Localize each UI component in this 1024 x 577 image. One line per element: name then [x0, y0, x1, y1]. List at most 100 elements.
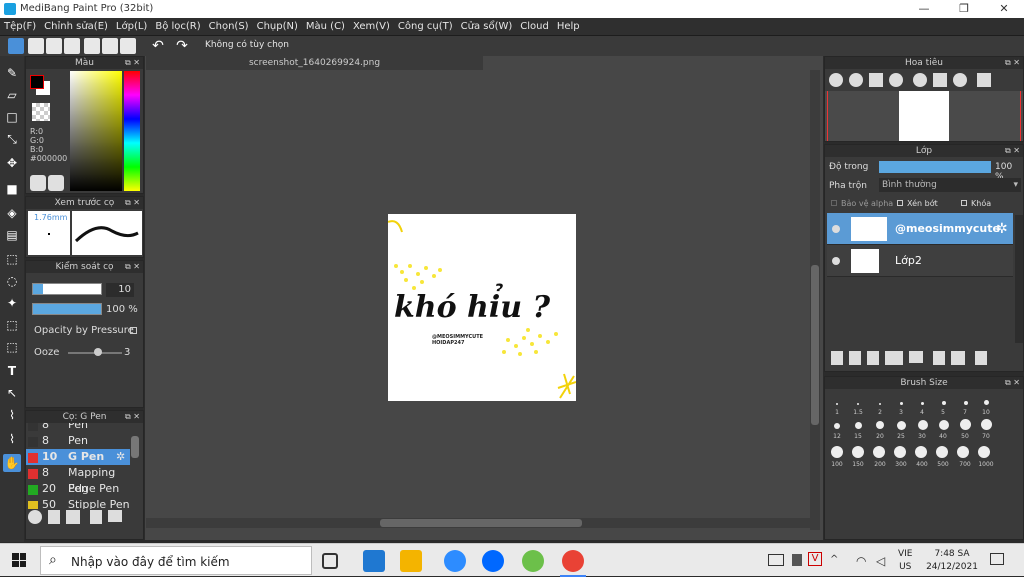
- brush-size-option[interactable]: 1: [827, 409, 847, 416]
- horizontal-scroll-thumb[interactable]: [380, 519, 582, 527]
- fit-icon[interactable]: [869, 73, 883, 87]
- hue-slider[interactable]: [124, 71, 140, 191]
- saturation-value-picker[interactable]: [70, 71, 122, 191]
- navigator-preview[interactable]: [825, 91, 1023, 141]
- chevron-up-icon[interactable]: ^: [830, 554, 838, 565]
- new-layer-icon[interactable]: [831, 351, 843, 365]
- coccoc-icon[interactable]: [522, 550, 544, 572]
- new-layer-8bit-icon[interactable]: [849, 351, 861, 365]
- brush-size-option[interactable]: 10: [976, 409, 996, 416]
- brush-size-input[interactable]: 10: [106, 283, 134, 297]
- undo-icon[interactable]: ↶: [150, 38, 166, 54]
- file-explorer-icon[interactable]: [400, 550, 422, 572]
- brush-item[interactable]: 8 Mapping Pen: [26, 465, 130, 495]
- menu-layer[interactable]: Lớp(L): [112, 18, 151, 36]
- brush-settings-icon[interactable]: ✲: [116, 449, 125, 465]
- save-brush-icon[interactable]: [90, 510, 102, 524]
- zoom-icon[interactable]: [444, 550, 466, 572]
- brush-item[interactable]: 8Pen (Sharp): [26, 433, 130, 463]
- menu-window[interactable]: Cửa sổ(W): [457, 18, 517, 36]
- blend-mode-select[interactable]: Bình thường ▾: [879, 178, 1021, 192]
- brush-size-option[interactable]: 700: [955, 461, 975, 468]
- magic-wand-icon[interactable]: ✦: [3, 294, 21, 312]
- rectangle-tool-icon[interactable]: □: [3, 108, 21, 126]
- brush-size-option[interactable]: 500: [933, 461, 953, 468]
- brush-size-option[interactable]: 1.5: [848, 409, 868, 416]
- zoom-in-icon[interactable]: [849, 73, 863, 87]
- layer-row-selected[interactable]: @meosimmycute: [827, 213, 1013, 245]
- artboard[interactable]: khó hỉu ? @MEOSIMMYCUTE HOIDAP247: [388, 214, 576, 401]
- select-pen-icon[interactable]: ⬚: [3, 316, 21, 334]
- maximize-button[interactable]: ❐: [944, 0, 984, 18]
- brush-size-slider[interactable]: [32, 283, 102, 295]
- brush-size-option[interactable]: 2: [870, 409, 890, 416]
- menu-help[interactable]: Help: [553, 18, 584, 36]
- brush-size-option[interactable]: 100: [827, 461, 847, 468]
- fill-rect-tool-icon[interactable]: ■: [3, 180, 21, 198]
- text-tool-icon[interactable]: T: [3, 362, 21, 380]
- clipping-checkbox[interactable]: [897, 200, 903, 206]
- layer-folder-icon[interactable]: [909, 351, 923, 363]
- brush-size-option[interactable]: 1000: [976, 461, 996, 468]
- layer-row[interactable]: Lớp2: [827, 245, 1013, 277]
- brush-size-option[interactable]: 4: [912, 409, 932, 416]
- menu-tools[interactable]: Công cụ(T): [394, 18, 457, 36]
- brush-item[interactable]: 20 Edge Pen: [26, 481, 130, 497]
- input-language[interactable]: VIE US: [898, 548, 913, 574]
- brush-size-option[interactable]: 300: [891, 461, 911, 468]
- taskbar-search-box[interactable]: ⌕ Nhập vào đây để tìm kiếm: [40, 546, 312, 575]
- wifi-icon[interactable]: ◠: [856, 554, 866, 568]
- menu-select[interactable]: Chọn(S): [205, 18, 253, 36]
- brush-size-option[interactable]: 20: [870, 433, 890, 440]
- eraser-tool-icon[interactable]: ▱: [3, 86, 21, 104]
- select-eraser-icon[interactable]: ⬚: [3, 338, 21, 356]
- brush-item[interactable]: 8 Pen: [26, 423, 130, 433]
- menu-filter[interactable]: Bộ lọc(R): [151, 18, 204, 36]
- menu-edit[interactable]: Chỉnh sửa(E): [40, 18, 112, 36]
- brush-size-option[interactable]: 200: [870, 461, 890, 468]
- layer-visibility-icon[interactable]: [832, 257, 840, 265]
- comment-icon[interactable]: [46, 38, 62, 54]
- lasso-icon[interactable]: ◌: [3, 272, 21, 290]
- move-tool-icon[interactable]: ✥: [3, 154, 21, 172]
- dropper-icon[interactable]: ⌇: [3, 430, 21, 448]
- mail-icon[interactable]: [363, 550, 385, 572]
- operation-tool-icon[interactable]: ↖: [3, 384, 21, 402]
- duplicate-layer-icon[interactable]: [933, 351, 945, 365]
- windows-start-icon[interactable]: [12, 553, 26, 567]
- layer-settings-icon[interactable]: ✲: [996, 222, 1010, 236]
- rotate-right-icon[interactable]: [953, 73, 967, 87]
- brush-size-option[interactable]: 70: [976, 433, 996, 440]
- menu-cloud[interactable]: Cloud: [516, 18, 553, 36]
- layer-visibility-icon[interactable]: [832, 225, 840, 233]
- flip-icon[interactable]: [977, 73, 991, 87]
- brush-size-option[interactable]: 400: [912, 461, 932, 468]
- ooze-slider-knob[interactable]: [94, 348, 102, 356]
- brush-item[interactable]: 50 Stipple Pen: [26, 497, 130, 509]
- brush-menu-icon[interactable]: [66, 510, 80, 524]
- palette-add-icon[interactable]: [48, 175, 64, 191]
- brush-size-option[interactable]: 12: [827, 433, 847, 440]
- keyboard-icon[interactable]: [768, 554, 784, 566]
- redo-icon[interactable]: ↷: [174, 38, 190, 54]
- brush-size-option[interactable]: 15: [848, 433, 868, 440]
- brush-opacity-slider[interactable]: [32, 303, 102, 315]
- brush-size-option[interactable]: 150: [848, 461, 868, 468]
- grid-icon[interactable]: [120, 38, 136, 54]
- page-icon[interactable]: [64, 38, 80, 54]
- cloud-brush-icon[interactable]: [28, 510, 42, 524]
- brush-size-option[interactable]: 3: [891, 409, 911, 416]
- volume-icon[interactable]: ◁: [876, 554, 885, 568]
- menu-capture[interactable]: Chụp(N): [253, 18, 302, 36]
- vertical-scroll-thumb[interactable]: [811, 265, 819, 425]
- tray-icon[interactable]: [792, 554, 802, 566]
- zoom-out-icon[interactable]: [889, 73, 903, 87]
- lock-checkbox[interactable]: [961, 200, 967, 206]
- gradient-tool-icon[interactable]: ▤: [3, 226, 21, 244]
- add-layer-menu-icon[interactable]: [885, 351, 903, 365]
- protect-alpha-checkbox[interactable]: [831, 200, 837, 206]
- hand-tool-icon[interactable]: ✋: [3, 454, 21, 472]
- document-icon[interactable]: [84, 38, 100, 54]
- brush-list-scrollbar[interactable]: [131, 436, 139, 458]
- foreground-color-swatch[interactable]: [30, 75, 44, 89]
